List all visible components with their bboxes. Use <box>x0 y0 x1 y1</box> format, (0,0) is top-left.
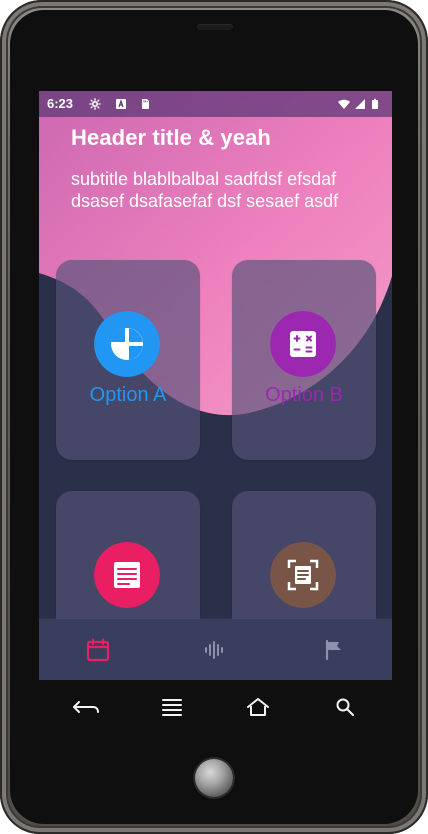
calculator-icon <box>270 311 336 377</box>
sd-card-icon <box>142 99 149 109</box>
signal-icon <box>355 99 365 109</box>
menu-icon[interactable] <box>154 696 190 718</box>
status-bar: 6:23 <box>39 91 392 117</box>
wifi-icon <box>338 99 350 109</box>
battery-icon <box>372 98 378 109</box>
settings-icon <box>89 98 101 110</box>
header-subtitle: subtitle blablbalbal sadfdsf efsdaf dsas… <box>71 169 339 211</box>
trackball[interactable] <box>195 759 233 797</box>
scan-document-icon <box>270 542 336 608</box>
flag-icon[interactable] <box>321 637 347 663</box>
voice-wave-icon[interactable] <box>202 637 228 663</box>
notes-icon <box>94 542 160 608</box>
app-screen: 6:23 Header title & yeah subtitle blablb… <box>39 91 392 680</box>
calendar-icon[interactable] <box>85 637 111 663</box>
option-a-label: Option A <box>89 384 167 406</box>
back-icon[interactable] <box>66 696 102 718</box>
bottom-nav <box>39 619 392 680</box>
home-icon[interactable] <box>240 696 276 718</box>
earpiece <box>197 24 233 30</box>
search-icon[interactable] <box>328 696 364 718</box>
keyboard-a-icon <box>116 99 126 109</box>
option-a-card[interactable]: Option A <box>56 260 200 460</box>
status-time: 6:23 <box>47 96 74 111</box>
header-title: Header title & yeah <box>71 125 271 150</box>
phone-frame: 6:23 Header title & yeah subtitle blablb… <box>0 0 428 834</box>
option-b-card[interactable]: Option B <box>232 260 376 460</box>
pie-chart-icon <box>94 311 160 377</box>
option-b-label: Option B <box>265 384 343 406</box>
